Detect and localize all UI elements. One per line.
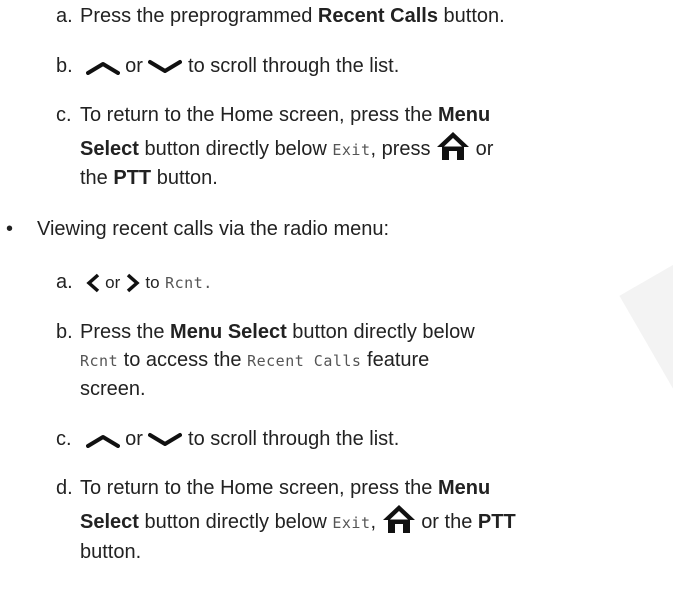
text: Press the bbox=[80, 321, 171, 343]
text: Press the preprogrammed bbox=[80, 5, 318, 27]
text: or bbox=[105, 273, 121, 292]
step-c2: c. or to scroll through the list. bbox=[56, 427, 399, 451]
rcnt-softkey-label: Rcnt bbox=[80, 352, 119, 370]
text: button directly below bbox=[138, 511, 333, 533]
step-label: b. bbox=[56, 321, 73, 343]
step-d2-line3: button. bbox=[80, 541, 142, 563]
step-b2-line2: Rcnt to access the Recent Calls feature bbox=[80, 348, 429, 373]
text: button. bbox=[437, 5, 505, 27]
bullet-heading: Viewing recent calls via the radio menu: bbox=[37, 218, 390, 240]
home-icon bbox=[437, 131, 470, 160]
step-b2-line1: b. Press the Menu Select button directly … bbox=[56, 320, 475, 344]
text: , bbox=[370, 511, 377, 533]
step-label: a. bbox=[56, 271, 73, 293]
step-a1: a. Press the preprogrammed Recent Calls b… bbox=[56, 4, 505, 28]
chevron-down-icon bbox=[148, 59, 183, 73]
step-label: a. bbox=[56, 5, 73, 27]
exit-softkey-label: Exit bbox=[332, 514, 371, 532]
step-a2: a. or to Rcnt. bbox=[56, 270, 213, 295]
step-c1-line3: the PTT button. bbox=[80, 166, 218, 190]
recent-calls-button-ref: Recent Calls bbox=[317, 5, 438, 27]
step-label: b. bbox=[56, 55, 73, 77]
bullet-dot: • bbox=[6, 218, 14, 240]
ptt-ref: PTT bbox=[477, 511, 516, 533]
text: the bbox=[80, 167, 114, 189]
text: feature bbox=[361, 349, 430, 371]
text: to bbox=[145, 273, 160, 292]
step-b1: b. or to scroll through the list. bbox=[56, 54, 399, 78]
text: or bbox=[125, 428, 143, 450]
step-c1-line1: c. To return to the Home screen, press th… bbox=[56, 103, 490, 127]
text: , press bbox=[370, 138, 437, 160]
exit-softkey-label: Exit bbox=[332, 141, 371, 159]
text: button directly below bbox=[138, 138, 333, 160]
step-label: d. bbox=[56, 477, 73, 499]
text: to scroll through the list. bbox=[188, 55, 400, 77]
step-b2-line3: screen. bbox=[80, 378, 146, 400]
chevron-down-icon bbox=[148, 432, 183, 446]
ptt-ref: PTT bbox=[113, 167, 152, 189]
step-d2-line1: d. To return to the Home screen, press th… bbox=[56, 476, 490, 500]
menu-select-ref: Menu Select bbox=[170, 321, 287, 343]
text: To return to the Home screen, press the bbox=[80, 104, 438, 126]
text: button. bbox=[151, 167, 218, 189]
step-d2-line2: Select button directly below Exit, or th… bbox=[80, 504, 516, 535]
chevron-right-icon bbox=[126, 273, 140, 293]
watermark: D bbox=[559, 110, 673, 589]
step-label: c. bbox=[56, 428, 72, 450]
chevron-left-icon bbox=[85, 273, 99, 293]
menu-ref: Menu bbox=[437, 104, 491, 126]
recent-calls-screen-label: Recent Calls bbox=[247, 352, 362, 370]
select-ref: Select bbox=[80, 511, 139, 533]
chevron-up-icon bbox=[85, 61, 120, 75]
text: or bbox=[125, 55, 143, 77]
text: to access the bbox=[118, 349, 248, 371]
text: or bbox=[475, 138, 494, 160]
select-ref: Select bbox=[80, 138, 139, 160]
step-c1-line2: Select button directly below Exit, press… bbox=[80, 131, 494, 162]
text: button directly below bbox=[286, 321, 475, 343]
text: To return to the Home screen, press the bbox=[80, 477, 438, 499]
home-icon bbox=[382, 504, 415, 533]
step-label: c. bbox=[56, 104, 72, 126]
rcnt-softkey-label: Rcnt. bbox=[165, 274, 213, 292]
text: to scroll through the list. bbox=[188, 428, 400, 450]
text: or the bbox=[421, 511, 478, 533]
menu-ref: Menu bbox=[437, 477, 491, 499]
chevron-up-icon bbox=[85, 434, 120, 448]
